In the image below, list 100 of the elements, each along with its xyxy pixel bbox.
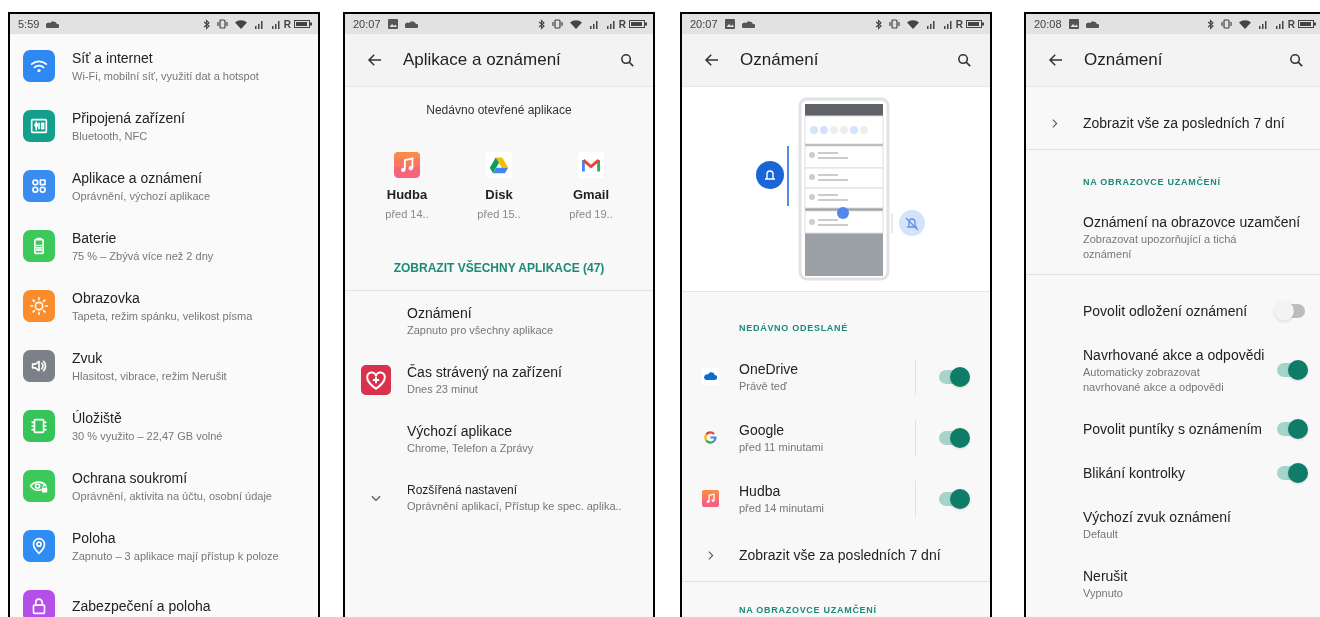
item-subtitle: Hlasitost, vibrace, režim Nerušit	[72, 368, 227, 384]
item-title: Výchozí aplikace	[407, 422, 514, 441]
item-title: Povolit puntíky s oznámením	[1083, 420, 1263, 439]
signal-icon	[588, 19, 599, 29]
item-subtitle: Vypnuto	[1083, 586, 1124, 601]
search-icon	[618, 51, 636, 69]
signal-icon	[605, 19, 616, 29]
settings-item[interactable]: Ochrana soukromí Oprávnění, aktivita na účtu, osobní údaje	[10, 456, 318, 516]
vibrate-icon	[888, 19, 900, 29]
app-name: Disk	[485, 186, 513, 204]
network-indicator: R	[618, 17, 626, 32]
settings-item[interactable]: Výchozí zvuk oznámení Default	[1026, 495, 1320, 554]
bluetooth-icon	[1206, 18, 1214, 30]
app-time: před 14 minutami	[739, 501, 825, 516]
mail-app-icon	[578, 152, 604, 178]
app-name: Google	[739, 421, 786, 440]
vibrate-icon	[216, 19, 228, 29]
item-subtitle: Automaticky zobrazovat navrhované akce a odpovědi	[1083, 365, 1225, 395]
back-arrow-icon	[1047, 51, 1065, 69]
app-name: Gmail	[572, 186, 610, 204]
item-title: Oznámení na obrazovce uzamčení	[1083, 213, 1302, 232]
see-all-apps-link[interactable]: ZOBRAZIT VŠECHNY APLIKACE (47)	[393, 260, 605, 276]
cloud-icon	[741, 20, 755, 28]
settings-item[interactable]: Povolit odložení oznámení	[1026, 289, 1320, 333]
item-title: Aplikace a oznámení	[72, 168, 203, 188]
item-title: Zvuk	[72, 348, 104, 368]
back-arrow-icon	[703, 51, 721, 69]
section-header: NA OBRAZOVCE UZAMČENÍ	[1083, 177, 1221, 187]
battery-icon	[629, 20, 647, 28]
bluetooth-icon	[874, 18, 882, 30]
app-name: Hudba	[386, 186, 428, 204]
section-header: NEDÁVNO ODESLANÉ	[739, 323, 849, 333]
item-title: Zabezpečení a poloha	[72, 596, 211, 616]
item-subtitle: Tapeta, režim spánku, velikost písma	[72, 308, 253, 324]
wifi-icon	[1238, 19, 1251, 29]
bluetooth-icon	[537, 18, 545, 30]
status-time: 5:59	[18, 16, 40, 32]
wifi-icon	[906, 19, 919, 29]
settings-item[interactable]: Zvuk Hlasitost, vibrace, režim Nerušit	[10, 336, 318, 396]
music-app-icon	[394, 152, 420, 178]
settings-item[interactable]: Navrhované akce a odpovědi Automaticky zobrazovat navrhované akce a odpovědi	[1026, 333, 1320, 407]
drive-app-icon	[486, 152, 512, 178]
item-subtitle: 30 % využito – 22,47 GB volné	[72, 428, 223, 444]
app-time: Právě teď	[739, 379, 788, 394]
google-app-icon	[702, 429, 719, 446]
item-title: Baterie	[72, 228, 118, 248]
app-notification-row[interactable]: Hudba před 14 minutami	[682, 468, 990, 529]
item-title: Poloha	[72, 528, 117, 548]
settings-item[interactable]: Čas strávený na zařízení Dnes 23 minut	[345, 350, 653, 409]
music-app-icon	[702, 490, 719, 507]
battery-icon	[966, 20, 984, 28]
bluetooth-icon	[202, 18, 210, 30]
app-notification-row[interactable]: Google před 11 minutami	[682, 407, 990, 468]
item-subtitle: Zapnuto pro všechny aplikace	[407, 323, 554, 338]
signal-icon	[253, 19, 264, 29]
settings-item[interactable]: Povolit puntíky s oznámením	[1026, 407, 1320, 451]
app-time: před 14..	[385, 207, 429, 222]
item-title: Navrhované akce a odpovědi	[1083, 346, 1266, 365]
cloud-icon	[404, 20, 418, 28]
item-title: Blikání kontrolky	[1083, 464, 1186, 483]
settings-item[interactable]: Zabezpečení a poloha	[10, 576, 318, 617]
settings-item[interactable]: Obrazovka Tapeta, režim spánku, velikost písma	[10, 276, 318, 336]
status-time: 20:07	[690, 16, 718, 32]
signal-icon	[925, 19, 936, 29]
settings-item[interactable]: Síť a internet Wi-Fi, mobilní síť, využití dat a hotspot	[10, 36, 318, 96]
settings-item[interactable]: Aplikace a oznámení Oprávnění, výchozí aplikace	[10, 156, 318, 216]
signal-icon	[1257, 19, 1268, 29]
settings-item[interactable]: Nerušit Vypnuto	[1026, 554, 1320, 613]
section-header: NA OBRAZOVCE UZAMČENÍ	[739, 605, 877, 615]
link-text: Zobrazit vše za posledních 7 dní	[739, 545, 941, 565]
show-all-link[interactable]: Zobrazit vše za posledních 7 dní	[682, 529, 990, 581]
battery-icon	[294, 20, 312, 28]
item-title: Síť a internet	[72, 48, 154, 68]
app-notification-row[interactable]: OneDrive Právě teď	[682, 346, 990, 407]
network-indicator: R	[283, 17, 291, 32]
status-time: 20:07	[353, 16, 381, 32]
network-indicator: R	[1287, 17, 1295, 32]
settings-item[interactable]: Oznámení Zapnuto pro všechny aplikace	[345, 291, 653, 350]
signal-icon	[1274, 19, 1285, 29]
settings-item[interactable]: Rozšířená nastavení Oprávnění aplikací, Přístup ke spec. aplika..	[345, 468, 653, 527]
back-arrow-icon	[366, 51, 384, 69]
app-name: OneDrive	[739, 360, 800, 379]
settings-item[interactable]: Baterie 75 % – Zbývá více než 2 dny	[10, 216, 318, 276]
settings-item[interactable]: Připojená zařízení Bluetooth, NFC	[10, 96, 318, 156]
settings-item[interactable]: Oznámení na obrazovce uzamčení Zobrazovat upozorňující a tichá oznámení	[1026, 200, 1320, 274]
wifi-icon	[234, 19, 247, 29]
signal-icon	[942, 19, 953, 29]
item-title: Povolit odložení oznámení	[1083, 302, 1249, 321]
app-time: před 15..	[477, 207, 521, 222]
item-subtitle: Dnes 23 minut	[407, 382, 479, 397]
settings-item[interactable]: Poloha Zapnuto – 3 aplikace mají přístup k poloze	[10, 516, 318, 576]
screen-title: Aplikace a oznámení	[403, 49, 562, 72]
item-title: Úložiště	[72, 408, 123, 428]
item-subtitle: Oprávnění, aktivita na účtu, osobní údaje	[72, 488, 272, 504]
settings-item[interactable]: Blikání kontrolky	[1026, 451, 1320, 495]
settings-item[interactable]: Výchozí aplikace Chrome, Telefon a Zprávy	[345, 409, 653, 468]
show-all-link[interactable]: Zobrazit vše za posledních 7 dní	[1026, 97, 1320, 149]
vibrate-icon	[551, 19, 563, 29]
cloud-icon	[46, 20, 60, 28]
settings-item[interactable]: Úložiště 30 % využito – 22,47 GB volné	[10, 396, 318, 456]
